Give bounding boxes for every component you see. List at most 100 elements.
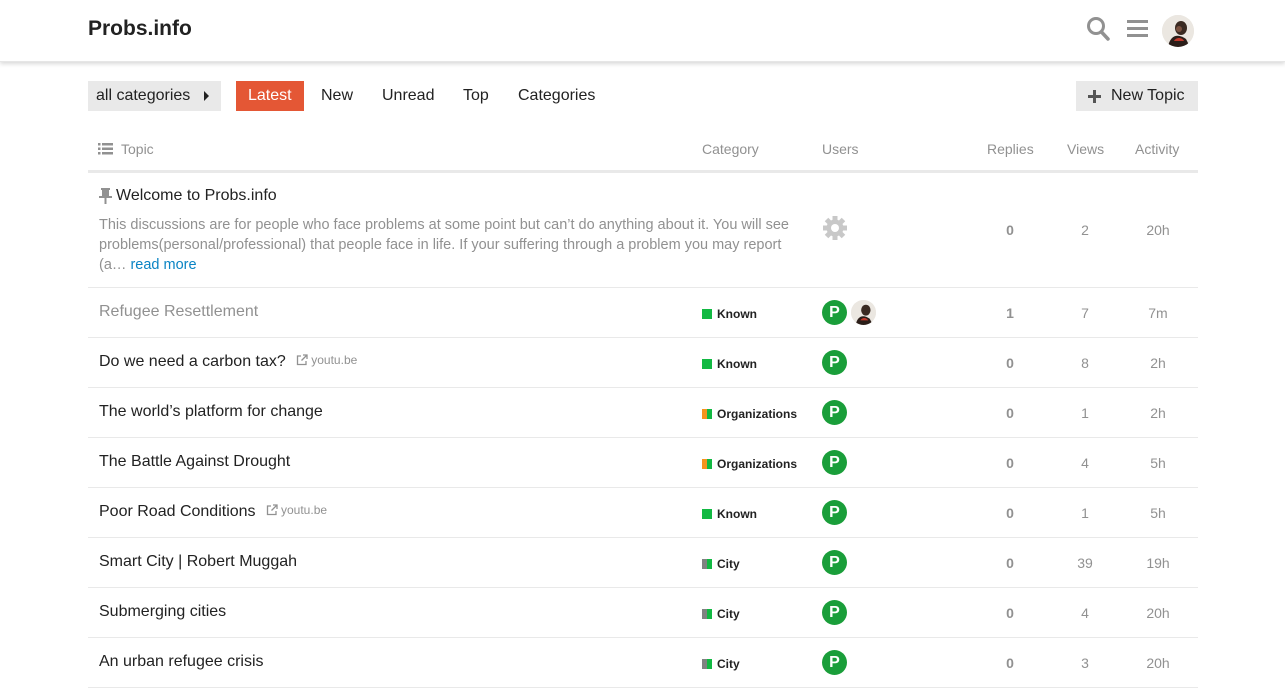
tab-unread[interactable]: Unread xyxy=(382,81,434,111)
gear-icon[interactable] xyxy=(822,215,848,241)
pinned-excerpt: This discussions are for people who face… xyxy=(99,215,799,275)
category-badge-known[interactable]: Known xyxy=(702,507,757,521)
activity-time[interactable]: 20h xyxy=(1128,222,1188,238)
external-link-icon xyxy=(266,504,278,516)
replies-count: 0 xyxy=(1006,605,1014,621)
activity-time[interactable]: 19h xyxy=(1128,555,1188,571)
category-label: City xyxy=(717,657,740,671)
topic-title[interactable]: Refugee Resettlement xyxy=(99,303,258,321)
table-row: Smart City | Robert Muggah City P 0 39 1… xyxy=(88,538,1198,588)
category-dropdown-label: all categories xyxy=(96,87,191,104)
pinned-topic-title[interactable]: Welcome to Probs.info xyxy=(99,187,277,205)
avatar[interactable]: P xyxy=(822,550,847,575)
table-row: Submerging cities City P 0 4 20h xyxy=(88,588,1198,638)
category-badge-city[interactable]: City xyxy=(702,557,740,571)
new-topic-button[interactable]: New Topic xyxy=(1076,81,1198,111)
category-badge-organizations[interactable]: Organizations xyxy=(702,407,797,421)
activity-time[interactable]: 2h xyxy=(1128,355,1188,371)
users-avatars: P xyxy=(822,650,847,675)
category-badge-organizations[interactable]: Organizations xyxy=(702,457,797,471)
category-dropdown[interactable]: all categories xyxy=(88,81,221,111)
users-avatars: P xyxy=(822,300,876,325)
activity-time[interactable]: 5h xyxy=(1128,455,1188,471)
replies-count: 0 xyxy=(1006,455,1014,471)
avatar[interactable]: P xyxy=(822,350,847,375)
topic-domain-text: youtu.be xyxy=(281,503,328,517)
read-more-link[interactable]: read more xyxy=(130,257,196,273)
category-swatch xyxy=(702,309,712,319)
column-topic-label: Topic xyxy=(121,141,154,157)
category-swatch xyxy=(702,609,712,619)
hamburger-menu-icon[interactable] xyxy=(1127,18,1149,40)
category-label: Known xyxy=(717,357,757,371)
category-badge-city[interactable]: City xyxy=(702,657,740,671)
topic-title[interactable]: Poor Road Conditions youtu.be xyxy=(99,503,327,521)
tab-top[interactable]: Top xyxy=(463,81,489,111)
topic-domain[interactable]: youtu.be xyxy=(296,353,357,367)
user-avatar[interactable] xyxy=(1162,15,1194,47)
pin-icon xyxy=(99,188,112,204)
activity-time[interactable]: 2h xyxy=(1128,405,1188,421)
category-swatch xyxy=(702,559,712,569)
topic-title[interactable]: The Battle Against Drought xyxy=(99,453,290,471)
topic-title-text: Do we need a carbon tax? xyxy=(99,353,286,370)
activity-time[interactable]: 5h xyxy=(1128,505,1188,521)
users-avatars: P xyxy=(822,450,847,475)
pinned-excerpt-text: This discussions are for people who face… xyxy=(99,217,789,273)
users-avatars: P xyxy=(822,350,847,375)
category-label: Organizations xyxy=(717,407,798,421)
topic-title[interactable]: Submerging cities xyxy=(99,603,226,621)
views-count: 1 xyxy=(1081,405,1089,421)
views-count: 4 xyxy=(1081,455,1089,471)
column-replies[interactable]: Replies xyxy=(987,141,1034,157)
avatar[interactable]: P xyxy=(822,600,847,625)
avatar[interactable]: P xyxy=(822,450,847,475)
table-row: Do we need a carbon tax? youtu.be Known … xyxy=(88,338,1198,388)
avatar[interactable]: P xyxy=(822,300,847,325)
users-avatars xyxy=(822,215,848,241)
table-row: The world’s platform for change Organiza… xyxy=(88,388,1198,438)
site-header: Probs.info xyxy=(0,0,1285,62)
user-avatar-image xyxy=(1162,15,1194,47)
category-swatch xyxy=(702,509,712,519)
external-link-icon xyxy=(297,354,308,366)
replies-count: 0 xyxy=(1006,355,1014,371)
category-badge-known[interactable]: Known xyxy=(702,357,757,371)
avatar[interactable]: P xyxy=(822,500,847,525)
category-badge-known[interactable]: Known xyxy=(702,307,757,321)
activity-time[interactable]: 7m xyxy=(1128,305,1188,321)
caret-right-icon xyxy=(204,91,209,101)
column-category[interactable]: Category xyxy=(702,141,759,157)
topic-domain[interactable]: youtu.be xyxy=(266,503,327,517)
views-count: 1 xyxy=(1081,505,1089,521)
activity-time[interactable]: 20h xyxy=(1128,605,1188,621)
topic-title[interactable]: Do we need a carbon tax? youtu.be xyxy=(99,353,357,371)
avatar[interactable] xyxy=(851,300,876,325)
users-avatars: P xyxy=(822,400,847,425)
topic-title[interactable]: Smart City | Robert Muggah xyxy=(99,553,297,571)
column-topic[interactable]: Topic xyxy=(98,141,154,157)
column-views[interactable]: Views xyxy=(1067,141,1104,157)
category-swatch xyxy=(702,359,712,369)
users-avatars: P xyxy=(822,500,847,525)
table-row: The Battle Against Drought Organizations… xyxy=(88,438,1198,488)
tab-new[interactable]: New xyxy=(321,81,353,111)
avatar[interactable]: P xyxy=(822,650,847,675)
topic-title[interactable]: The world’s platform for change xyxy=(99,403,323,421)
tab-categories[interactable]: Categories xyxy=(518,81,595,111)
category-badge-city[interactable]: City xyxy=(702,607,740,621)
table-row: Refugee Resettlement Known P 1 7 7m xyxy=(88,288,1198,338)
column-activity[interactable]: Activity xyxy=(1135,141,1179,157)
table-row: An urban refugee crisis City P 0 3 20h xyxy=(88,638,1198,688)
site-title[interactable]: Probs.info xyxy=(88,17,192,41)
views-count: 8 xyxy=(1081,355,1089,371)
category-label: Organizations xyxy=(717,457,798,471)
topic-title[interactable]: An urban refugee crisis xyxy=(99,653,264,671)
tab-latest[interactable]: Latest xyxy=(236,81,304,111)
avatar[interactable]: P xyxy=(822,400,847,425)
users-avatars: P xyxy=(822,550,847,575)
views-count: 4 xyxy=(1081,605,1089,621)
replies-count: 1 xyxy=(1006,305,1014,321)
activity-time[interactable]: 20h xyxy=(1128,655,1188,671)
search-icon[interactable] xyxy=(1086,16,1110,42)
